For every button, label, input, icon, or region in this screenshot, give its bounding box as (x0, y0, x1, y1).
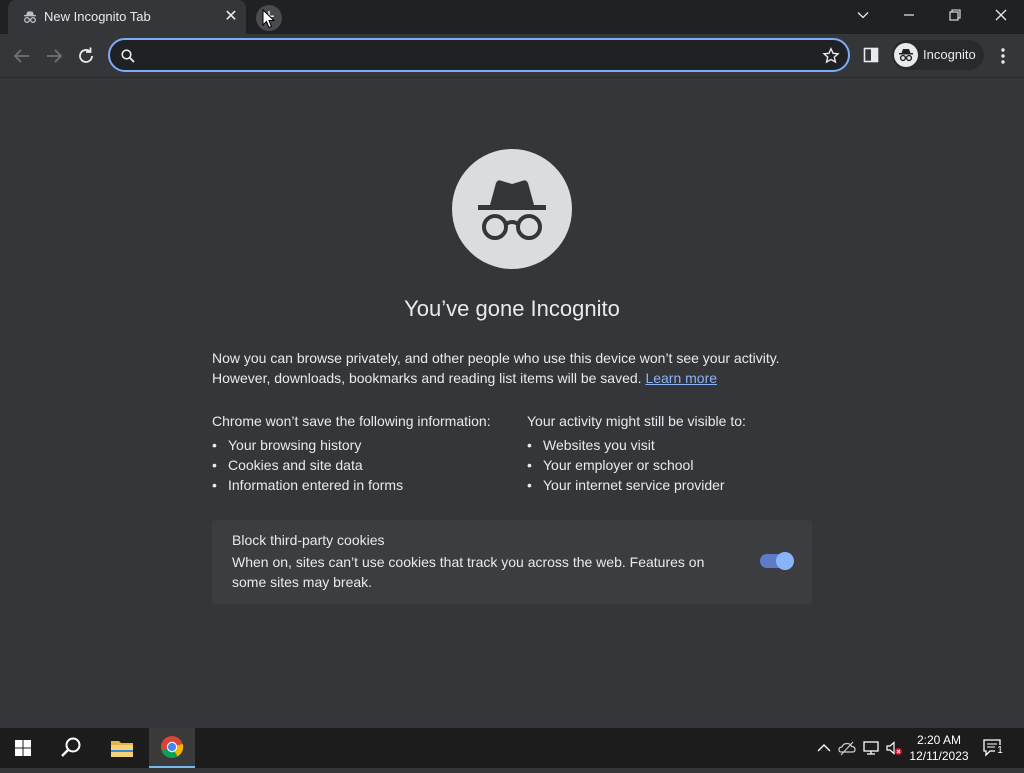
column-heading: Chrome won’t save the following informat… (212, 413, 491, 429)
tab-close-icon[interactable]: ✕ (222, 8, 240, 26)
incognito-icon (24, 11, 36, 23)
restore-icon (949, 9, 961, 21)
profile-label: Incognito (923, 47, 976, 62)
intro-line: However, downloads, bookmarks and readin… (212, 368, 812, 388)
notification-count: 1 (995, 745, 1005, 757)
search-icon (61, 737, 81, 757)
intro-text: However, downloads, bookmarks and readin… (212, 370, 642, 386)
visible-to-list: Websites you visit Your employer or scho… (527, 435, 812, 495)
cookie-settings-card: Block third-party cookies When on, sites… (212, 520, 812, 604)
visible-to-column: Your activity might still be visible to:… (527, 411, 812, 495)
side-panel-icon[interactable] (862, 46, 880, 64)
incognito-avatar (894, 43, 918, 67)
list-item: Your browsing history (212, 435, 512, 455)
list-item: Websites you visit (527, 435, 812, 455)
tab-new-incognito[interactable]: New Incognito Tab ✕ (8, 0, 246, 34)
reload-icon[interactable] (73, 43, 99, 69)
bookmark-star-icon[interactable] (822, 47, 840, 65)
file-explorer-button[interactable] (99, 728, 145, 768)
notification-center-button[interactable]: 1 (982, 738, 1005, 758)
forward-arrow-icon[interactable] (41, 43, 67, 69)
taskbar-search-button[interactable] (48, 728, 94, 768)
page-title: You’ve gone Incognito (404, 296, 620, 321)
network-icon[interactable] (861, 738, 881, 758)
minimize-button[interactable] (886, 0, 932, 30)
incognito-hero (452, 149, 572, 269)
profile-chip[interactable]: Incognito (892, 40, 984, 70)
list-item: Information entered in forms (212, 475, 512, 495)
system-clock[interactable]: 2:20 AM 12/11/2023 (906, 732, 972, 764)
incognito-icon (478, 180, 546, 240)
tab-title: New Incognito Tab (44, 9, 151, 24)
address-bar[interactable] (108, 38, 850, 72)
cookie-setting-description: When on, sites can’t use cookies that tr… (232, 554, 705, 590)
address-input[interactable] (144, 46, 804, 66)
start-button[interactable] (0, 728, 46, 768)
toggle-knob (776, 552, 794, 570)
more-menu-icon[interactable] (996, 46, 1010, 66)
not-saved-column: Chrome won’t save the following informat… (212, 411, 512, 495)
not-saved-list: Your browsing history Cookies and site d… (212, 435, 512, 495)
restore-button[interactable] (932, 0, 978, 30)
page-content: You’ve gone Incognito Now you can browse… (0, 78, 1024, 728)
onedrive-icon[interactable] (837, 738, 857, 758)
intro-line: Now you can browse privately, and other … (212, 350, 780, 366)
browser-toolbar: Incognito (0, 34, 1024, 78)
close-icon (995, 9, 1007, 21)
clock-time: 2:20 AM (916, 733, 962, 747)
cookie-setting-title: Block third-party cookies (232, 532, 385, 548)
windows-logo-icon (15, 740, 31, 756)
tab-search-button[interactable] (840, 0, 886, 30)
folder-icon (111, 741, 133, 757)
search-icon (121, 49, 135, 63)
chevron-up-icon[interactable] (814, 738, 834, 758)
back-arrow-icon[interactable] (9, 43, 35, 69)
taskbar: 2:20 AM 12/11/2023 1 (0, 728, 1024, 768)
block-cookies-toggle[interactable] (760, 552, 794, 570)
list-item: Cookies and site data (212, 455, 512, 475)
clock-date: 12/11/2023 (909, 749, 969, 763)
chrome-taskbar-button[interactable] (149, 728, 195, 768)
volume-muted-icon[interactable] (884, 738, 904, 758)
chrome-icon (161, 736, 184, 759)
learn-more-link[interactable]: Learn more (645, 370, 717, 386)
incognito-icon (899, 49, 913, 62)
chevron-down-icon (857, 12, 869, 19)
mouse-cursor-icon (262, 9, 276, 29)
list-item: Your internet service provider (527, 475, 812, 495)
column-heading: Your activity might still be visible to: (527, 413, 746, 429)
intro-paragraph: Now you can browse privately, and other … (212, 348, 812, 388)
close-window-button[interactable] (978, 0, 1024, 30)
minimize-icon (904, 14, 914, 16)
title-bar: New Incognito Tab ✕ + (0, 0, 1024, 34)
list-item: Your employer or school (527, 455, 812, 475)
